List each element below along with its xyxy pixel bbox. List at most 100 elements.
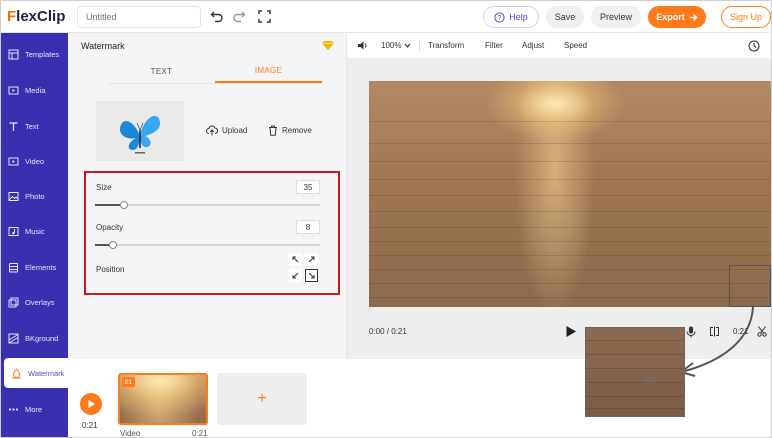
chevron-down-icon [404,43,411,48]
redo-icon[interactable] [230,7,248,25]
video-canvas[interactable] [369,81,771,307]
zoom-select[interactable]: 100% [381,41,411,50]
flexclip-editor: FlexClip ? Help Save Preview Export Sign… [0,0,772,438]
volume-icon[interactable] [357,40,369,51]
butterfly-icon [119,115,161,154]
size-value-input[interactable]: 35 [296,180,320,194]
speed-button[interactable]: Speed [564,41,587,50]
sidebar-item-bkground[interactable]: BKground [1,323,68,353]
sidebar-item-text[interactable]: Text [1,111,68,141]
project-title-input[interactable] [77,6,201,28]
water-ripple [369,255,771,256]
fullscreen-icon[interactable] [255,7,273,25]
opacity-value-input[interactable]: 8 [296,220,320,234]
tab-text[interactable]: TEXT [108,59,215,83]
upload-button[interactable]: Upload [206,125,247,136]
play-icon [88,400,95,408]
arrow-down-right-icon [308,272,315,279]
watermark-image-thumbnail[interactable] [96,101,184,161]
sidebar-item-media[interactable]: Media [1,75,68,105]
sunlight-reflection [369,81,771,307]
help-button[interactable]: ? Help [483,6,539,28]
premium-diamond-icon [322,41,334,50]
opacity-slider-handle[interactable] [109,241,117,249]
opacity-label: Opacity [96,223,124,232]
background-icon [8,333,19,343]
watermark-zoom-inset [585,327,685,417]
preview-button[interactable]: Preview [591,6,641,28]
upload-label: Upload [222,126,248,135]
panel-title: Watermark [81,41,125,51]
media-icon [8,86,19,94]
position-top-left[interactable] [289,253,302,266]
water-ripple [369,241,771,242]
svg-text:?: ? [498,15,502,22]
size-slider[interactable] [95,201,320,209]
sidebar-item-photo[interactable]: Photo [1,181,68,211]
water-ripple [369,283,771,284]
remove-button[interactable]: Remove [268,125,312,136]
water-ripple [369,211,771,212]
filter-button[interactable]: Filter [485,41,503,50]
music-icon [8,226,19,236]
sidebar-item-label: BKground [25,333,59,343]
arrow-down-left-icon [292,272,299,279]
play-icon[interactable] [565,325,577,338]
timeline-play-button[interactable] [80,393,102,415]
sidebar-item-label: Music [25,226,45,236]
editor-toolbar: 100% Transform Filter Adjust Speed [347,33,771,59]
top-bar: FlexClip ? Help Save Preview Export Sign… [1,1,771,33]
flexclip-logo[interactable]: FlexClip [7,8,65,25]
opacity-slider[interactable] [95,241,320,249]
more-icon [8,407,19,411]
tab-image[interactable]: IMAGE [215,59,322,83]
arrow-up-right-icon [308,256,315,263]
watermark-panel: Watermark TEXT IMAGE Upload Remove Size [68,33,347,359]
undo-icon[interactable] [208,7,226,25]
templates-icon [8,49,19,59]
watermark-icon [12,367,21,378]
zoom-value: 100% [381,41,402,50]
clip-label: Video [120,429,141,438]
water-ripple [369,269,771,270]
video-clip[interactable]: 01 [118,373,208,425]
export-button[interactable]: Export [648,6,706,28]
water-ripple [586,408,684,409]
transform-button[interactable]: Transform [428,41,464,50]
signup-button[interactable]: Sign Up [721,6,771,28]
upload-cloud-icon [206,125,218,136]
position-grid [289,253,319,283]
position-bottom-right[interactable] [305,269,318,282]
text-icon [9,121,18,131]
position-bottom-left[interactable] [289,269,302,282]
adjust-button[interactable]: Adjust [522,41,544,50]
water-ripple [369,179,771,180]
sidebar-item-label: More [25,404,43,414]
trash-icon [269,125,277,136]
position-label: Position [96,265,125,274]
save-button[interactable]: Save [546,6,584,28]
watermark-tabs: TEXT IMAGE [108,59,322,83]
water-ripple [369,297,771,298]
position-top-right[interactable] [305,253,318,266]
playback-timecode: 0:00 / 0:21 [369,327,407,336]
video-icon [8,157,19,165]
sidebar-item-more[interactable]: More [1,394,68,424]
sidebar-item-overlays[interactable]: Overlays [1,287,68,317]
add-scene-button[interactable]: + [217,373,307,425]
sidebar-item-watermark[interactable]: Watermark [4,358,68,388]
sidebar-item-video[interactable]: Video [1,146,68,176]
clock-icon[interactable] [748,40,760,52]
arrow-up-left-icon [292,256,299,263]
sidebar-item-label: Photo [25,191,45,201]
water-ripple [369,227,771,228]
sidebar-item-templates[interactable]: Templates [1,39,68,69]
help-label: Help [509,12,528,22]
sidebar-item-elements[interactable]: Elements [1,252,68,282]
sidebar-item-music[interactable]: Music [1,216,68,246]
pointer-arrow [678,306,754,377]
logo-first-letter: F [7,8,17,25]
water-ripple [586,368,684,369]
water-ripple [586,396,684,397]
photo-icon [8,191,19,201]
